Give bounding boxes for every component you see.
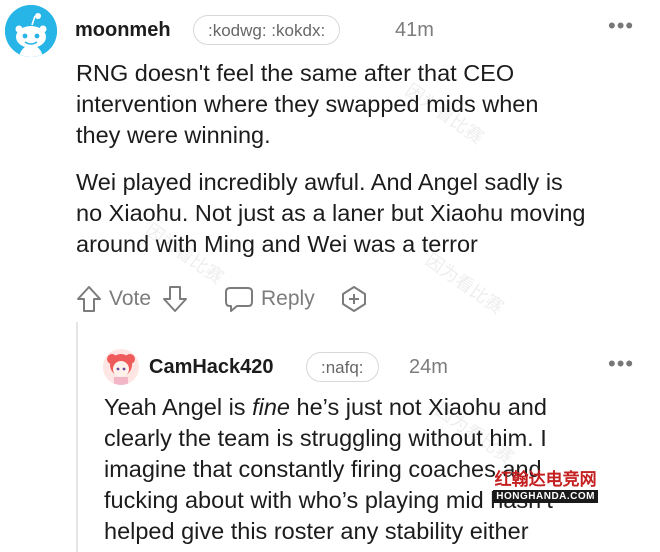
reply-button[interactable]: Reply bbox=[224, 283, 315, 315]
downvote-button[interactable] bbox=[162, 283, 188, 315]
comment-username[interactable]: moonmeh bbox=[75, 19, 171, 42]
reply-username[interactable]: CamHack420 bbox=[149, 356, 274, 379]
avatar[interactable] bbox=[5, 5, 57, 57]
user-flair: :kodwg: :kokdx: bbox=[193, 15, 341, 45]
downvote-arrow-icon bbox=[163, 286, 187, 312]
comment-line: around with Ming and Wei was a terror bbox=[76, 231, 478, 257]
comment-line: they were winning. bbox=[76, 122, 271, 148]
reply-line: Yeah Angel is fine he’s just not Xiaohu … bbox=[104, 392, 553, 423]
reply-text: Yeah Angel is bbox=[104, 394, 253, 420]
upvote-arrow-icon bbox=[77, 286, 101, 312]
thread-line[interactable] bbox=[76, 322, 78, 552]
add-award-icon bbox=[342, 286, 366, 312]
emphasis-text: fine bbox=[252, 394, 290, 420]
reply-line: fucking about with who’s playing mid has… bbox=[104, 487, 553, 513]
site-watermark-logo: 红翰达电竞网 HONGHANDA.COM bbox=[493, 470, 598, 503]
reply-line: clearly the team is struggling without h… bbox=[104, 425, 547, 451]
reddit-snoo-icon bbox=[5, 5, 57, 57]
award-button[interactable] bbox=[340, 283, 368, 315]
reply-timestamp: 24m bbox=[409, 356, 448, 378]
comment-paragraph: Wei played incredibly awful. And Angel s… bbox=[76, 167, 585, 260]
chat-bubble-icon bbox=[225, 287, 253, 312]
reply-label: Reply bbox=[261, 287, 315, 310]
reply-line: imagine that constantly firing coaches a… bbox=[104, 456, 542, 482]
more-options-icon[interactable]: ••• bbox=[608, 351, 634, 377]
vote-label: Vote bbox=[109, 287, 152, 310]
reply-text: he’s just not Xiaohu and bbox=[289, 394, 547, 420]
comment-line: RNG doesn't feel the same after that CEO bbox=[76, 60, 515, 86]
reply-line: helped give this roster any stability ei… bbox=[104, 518, 529, 544]
anime-avatar-icon bbox=[103, 349, 139, 385]
reply-body: Yeah Angel is fine he’s just not Xiaohu … bbox=[104, 392, 553, 547]
comment-line: intervention where they swapped mids whe… bbox=[76, 91, 539, 117]
more-options-icon[interactable]: ••• bbox=[608, 13, 634, 39]
site-watermark-name: 红翰达电竞网 bbox=[494, 470, 597, 489]
avatar[interactable] bbox=[103, 349, 139, 385]
site-watermark-domain: HONGHANDA.COM bbox=[493, 490, 598, 503]
comment-timestamp: 41m bbox=[395, 19, 434, 41]
comment-paragraph: RNG doesn't feel the same after that CEO… bbox=[76, 58, 538, 151]
comment-line: no Xiaohu. Not just as a laner but Xiaoh… bbox=[76, 200, 586, 226]
upvote-button[interactable] bbox=[76, 283, 102, 315]
user-flair: :nafq: bbox=[306, 352, 379, 382]
comment-line: Wei played incredibly awful. And Angel s… bbox=[76, 169, 563, 195]
